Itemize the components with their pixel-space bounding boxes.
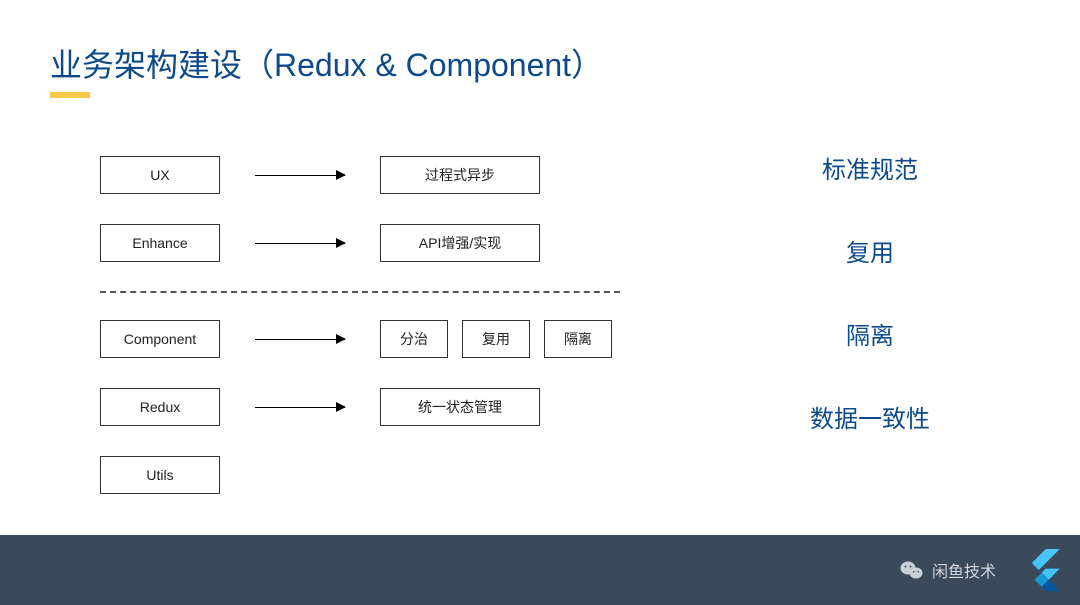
- box-component-cell: 分治: [380, 320, 448, 358]
- footer: 闲鱼技术: [0, 535, 1080, 605]
- arrow-icon: [240, 243, 360, 244]
- box-component-cell: 隔离: [544, 320, 612, 358]
- arrow-icon: [240, 175, 360, 176]
- principles-list: 标准规范 复用 隔离 数据一致性: [770, 150, 970, 482]
- row-enhance: Enhance API增强/实现: [100, 223, 620, 263]
- box-ux-target: 过程式异步: [380, 156, 540, 194]
- title-accent-bar: [50, 92, 90, 98]
- principle-label: 隔离: [770, 316, 970, 351]
- architecture-diagram: UX 过程式异步 Enhance API增强/实现 Component 分治 复…: [100, 155, 620, 523]
- box-ux: UX: [100, 156, 220, 194]
- box-utils: Utils: [100, 456, 220, 494]
- footer-brand: 闲鱼技术: [932, 558, 996, 582]
- box-component-cell: 复用: [462, 320, 530, 358]
- arrow-icon: [240, 407, 360, 408]
- slide-title: 业务架构建设（Redux & Component）: [50, 40, 603, 86]
- box-enhance: Enhance: [100, 224, 220, 262]
- principle-label: 标准规范: [770, 150, 970, 185]
- box-enhance-target: API增强/实现: [380, 224, 540, 262]
- divider-dashed: [100, 291, 620, 293]
- arrow-icon: [240, 339, 360, 340]
- principle-label: 数据一致性: [770, 399, 970, 434]
- box-component: Component: [100, 320, 220, 358]
- box-redux: Redux: [100, 388, 220, 426]
- flutter-logo-icon: [1026, 549, 1060, 591]
- row-utils: Utils: [100, 455, 620, 495]
- box-redux-target: 统一状态管理: [380, 388, 540, 426]
- row-ux: UX 过程式异步: [100, 155, 620, 195]
- principle-label: 复用: [770, 233, 970, 268]
- wechat-icon: [900, 560, 924, 580]
- row-component: Component 分治 复用 隔离: [100, 319, 620, 359]
- row-redux: Redux 统一状态管理: [100, 387, 620, 427]
